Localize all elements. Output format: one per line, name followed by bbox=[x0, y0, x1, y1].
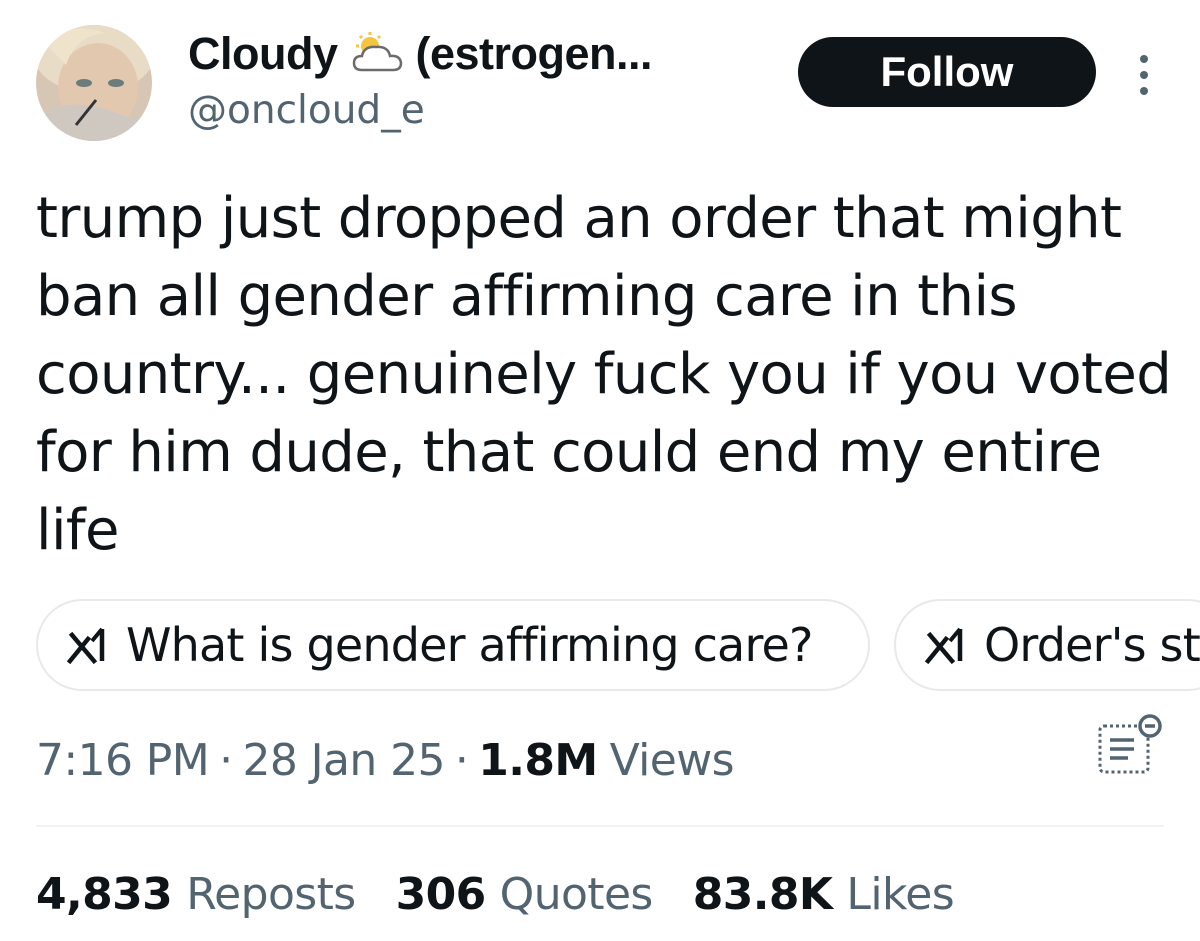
more-vertical-icon[interactable] bbox=[1124, 50, 1164, 100]
stat-label: Reposts bbox=[186, 868, 356, 920]
views-label: Views bbox=[609, 734, 735, 786]
stat-count: 83.8K bbox=[692, 868, 833, 920]
grok-prompt-label: Order's st bbox=[984, 618, 1200, 672]
grok-icon bbox=[924, 627, 963, 665]
tweet-date[interactable]: 28 Jan 25 bbox=[242, 735, 445, 786]
author-name-row[interactable]: Cloudy (estrogen... bbox=[188, 24, 653, 84]
divider bbox=[36, 825, 1164, 827]
engagement-stats: 4,833 Reposts 306 Quotes 83.8K Likes bbox=[36, 862, 994, 926]
grok-prompt-chip[interactable]: Order's st bbox=[894, 599, 1200, 691]
stat-count: 4,833 bbox=[36, 868, 173, 920]
grok-prompt-chip[interactable]: What is gender affirming care? bbox=[36, 599, 870, 691]
analytics-icon[interactable] bbox=[1094, 712, 1166, 778]
stat-count: 306 bbox=[395, 868, 487, 920]
views-count: 1.8M bbox=[478, 734, 598, 786]
author-display-name[interactable]: Cloudy bbox=[188, 28, 338, 80]
grok-icon bbox=[66, 627, 105, 665]
sun-behind-cloud-icon bbox=[348, 32, 408, 76]
author-handle[interactable]: @oncloud_e bbox=[188, 88, 425, 133]
avatar[interactable] bbox=[36, 25, 152, 141]
author-display-name-suffix[interactable]: (estrogen... bbox=[416, 28, 653, 80]
grok-prompt-label: What is gender affirming care? bbox=[126, 618, 813, 672]
avatar-image bbox=[36, 25, 152, 141]
likes-stat[interactable]: 83.8K Likes bbox=[692, 868, 955, 920]
quotes-stat[interactable]: 306 Quotes bbox=[395, 868, 654, 920]
separator: · bbox=[219, 734, 233, 786]
reposts-stat[interactable]: 4,833 Reposts bbox=[36, 869, 356, 920]
tweet-time[interactable]: 7:16 PM bbox=[36, 735, 210, 786]
separator: · bbox=[454, 734, 469, 786]
stat-label: Likes bbox=[846, 868, 955, 920]
follow-button[interactable]: Follow bbox=[798, 37, 1096, 107]
tweet-text: trump just dropped an order that might b… bbox=[36, 186, 1172, 563]
tweet-meta: 7:16 PM · 28 Jan 25 · 1.8M Views bbox=[36, 730, 735, 790]
stat-label: Quotes bbox=[499, 868, 654, 920]
